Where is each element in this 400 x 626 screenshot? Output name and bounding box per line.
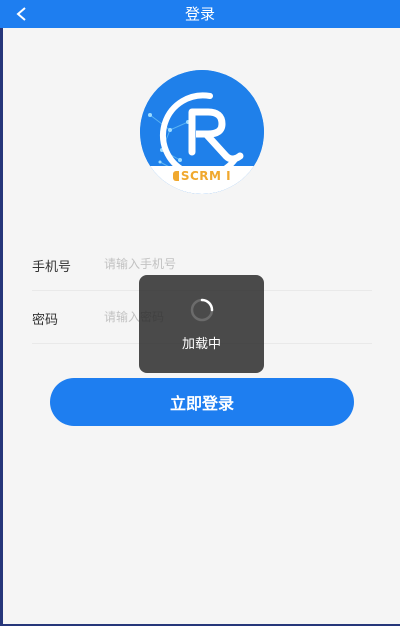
logo-badge-text: SCRM I bbox=[180, 169, 232, 183]
loading-toast: 加载中 bbox=[139, 275, 264, 373]
phone-label: 手机号 bbox=[32, 260, 72, 275]
page-title: 登录 bbox=[184, 5, 215, 23]
window-frame-left bbox=[0, 0, 3, 626]
app-logo: SCRM I bbox=[140, 70, 264, 194]
login-button[interactable]: 立即登录 bbox=[50, 378, 354, 426]
phone-input[interactable] bbox=[102, 252, 356, 276]
password-label: 密码 bbox=[32, 313, 59, 328]
top-navbar: 登录 bbox=[0, 0, 400, 28]
loading-text: 加载中 bbox=[181, 337, 221, 352]
spinner-icon bbox=[190, 298, 214, 322]
logo-badge: SCRM I bbox=[162, 166, 242, 186]
badge-mark-icon bbox=[172, 171, 179, 181]
